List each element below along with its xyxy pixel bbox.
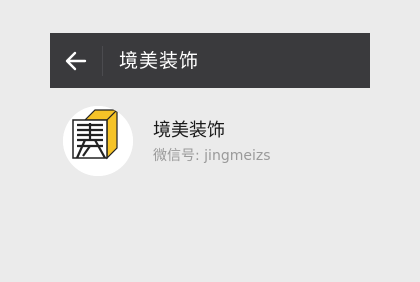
page-title: 境美装饰 [119,50,200,72]
jingmei-logo-icon [63,106,133,176]
top-navigation-bar: 境美装饰 [50,33,370,88]
back-button[interactable] [62,48,90,74]
back-arrow-icon [65,51,87,71]
account-name: 境美装饰 [153,120,225,141]
official-account-item[interactable]: 境美装饰 微信号: jingmeizs [50,96,370,184]
avatar [63,106,133,176]
header-divider [102,46,103,76]
wechat-id-label: 微信号: jingmeizs [153,148,271,164]
